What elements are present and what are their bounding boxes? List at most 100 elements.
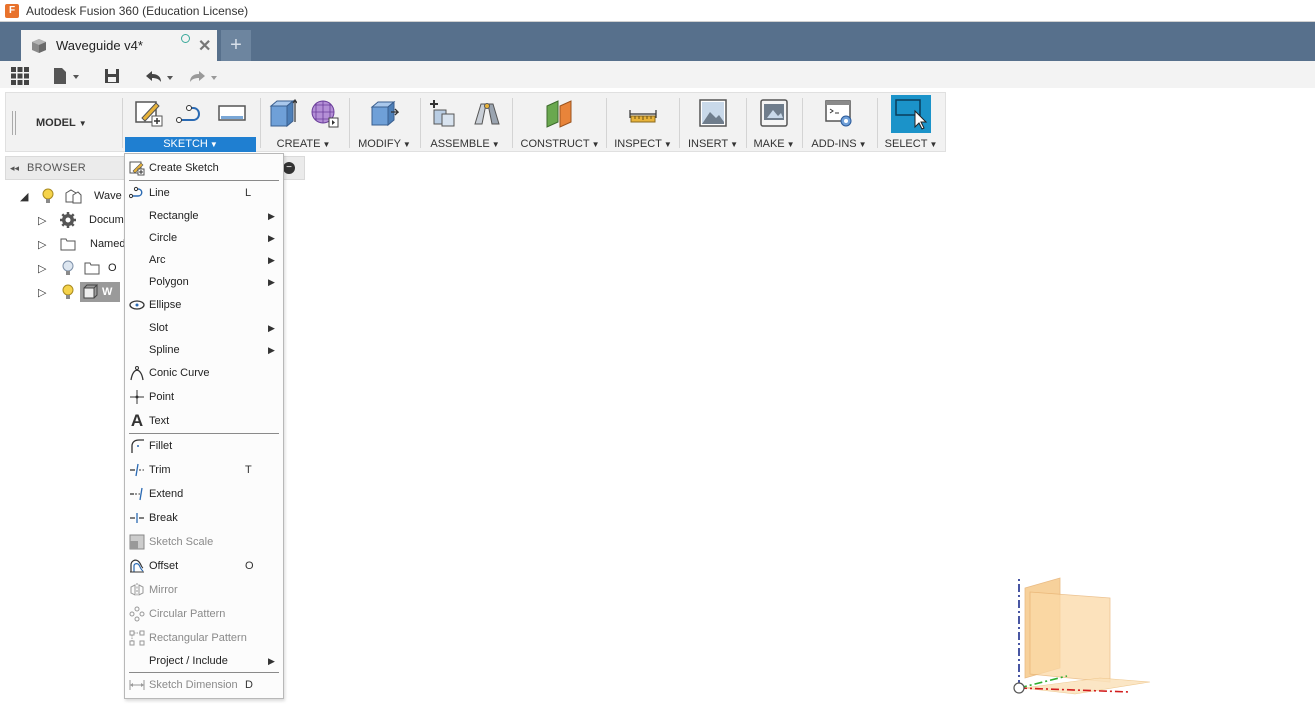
tree-row-bodies[interactable]: ▷ W	[38, 281, 120, 303]
menu-item-slot[interactable]: Slot ▶	[125, 317, 283, 339]
select-group[interactable]: SELECT ▼	[879, 93, 943, 153]
lightbulb-icon[interactable]	[60, 284, 76, 300]
insert-image-icon[interactable]	[698, 98, 728, 128]
menu-item-label: Rectangular Pattern	[149, 632, 247, 644]
lightbulb-icon[interactable]	[40, 188, 56, 204]
insert-label: INSERT	[687, 138, 729, 150]
create-group[interactable]: CREATE ▼	[261, 93, 346, 153]
toolbar-grip[interactable]	[12, 111, 16, 135]
addins-menu-button[interactable]: ADD-INS ▼	[804, 137, 874, 152]
menu-item-fillet[interactable]: Fillet	[125, 435, 283, 457]
inspect-group[interactable]: INSPECT ▼	[608, 93, 678, 153]
window-title: Autodesk Fusion 360 (Education License)	[26, 3, 249, 18]
assemble-menu-button[interactable]: ASSEMBLE ▼	[422, 137, 508, 152]
tree-item-label: O	[108, 262, 117, 274]
menu-item-break[interactable]: Break	[125, 507, 283, 529]
file-menu-icon[interactable]	[53, 66, 81, 86]
submenu-arrow-icon: ▶	[268, 344, 275, 355]
menu-item-label: Sketch Dimension	[149, 679, 238, 691]
collapsed-triangle-icon[interactable]: ▷	[38, 286, 50, 299]
press-pull-icon[interactable]	[369, 98, 399, 128]
toolbar-divider	[877, 98, 878, 148]
menu-item-label: Polygon	[149, 276, 189, 288]
chevron-down-icon: ▼	[591, 140, 600, 149]
folder-icon	[84, 262, 100, 275]
undo-icon[interactable]	[144, 67, 176, 87]
workspace-switcher[interactable]: MODEL ▼	[36, 117, 87, 129]
save-icon[interactable]	[104, 66, 120, 86]
construct-menu-button[interactable]: CONSTRUCT ▼	[514, 137, 606, 152]
create-menu-button[interactable]: CREATE ▼	[261, 137, 346, 152]
data-panel-grid-icon[interactable]	[11, 66, 29, 86]
menu-item-conic-curve[interactable]: Conic Curve	[125, 362, 283, 384]
extrude-icon[interactable]	[267, 98, 297, 128]
assemble-group[interactable]: ASSEMBLE ▼	[422, 93, 508, 153]
modify-group[interactable]: MODIFY ▼	[351, 93, 418, 153]
menu-item-offset[interactable]: Offset O	[125, 555, 283, 577]
collapsed-triangle-icon[interactable]: ▷	[38, 214, 50, 227]
minimize-browser-icon[interactable]: −	[283, 162, 295, 174]
insert-group[interactable]: INSERT ▼	[681, 93, 745, 153]
sketch-group[interactable]: SKETCH ▼	[125, 93, 256, 153]
insert-menu-button[interactable]: INSERT ▼	[681, 137, 745, 152]
expanded-triangle-icon[interactable]: ◢	[20, 190, 32, 203]
menu-separator	[129, 672, 279, 673]
menu-item-label: Line	[149, 187, 170, 199]
browser-title: BROWSER	[27, 162, 86, 174]
close-tab-icon[interactable]: ✕	[198, 36, 211, 56]
select-menu-button[interactable]: SELECT ▼	[879, 137, 943, 152]
menu-item-circle[interactable]: Circle ▶	[125, 227, 283, 249]
new-component-icon[interactable]	[428, 98, 458, 128]
menu-item-project-include[interactable]: Project / Include ▶	[125, 650, 283, 672]
tree-row-origin[interactable]: ▷ O	[38, 257, 117, 279]
measure-icon[interactable]	[628, 98, 658, 128]
lightbulb-off-icon[interactable]	[60, 260, 76, 276]
menu-item-text[interactable]: A Text	[125, 410, 283, 432]
inspect-label: INSPECT	[614, 138, 662, 150]
collapse-browser-icon[interactable]: ◂◂	[10, 163, 19, 174]
submenu-arrow-icon: ▶	[268, 276, 275, 287]
menu-item-label: Create Sketch	[149, 162, 219, 174]
sketch-menu-button[interactable]: SKETCH ▼	[125, 137, 256, 152]
menu-item-spline[interactable]: Spline ▶	[125, 339, 283, 361]
3d-print-icon[interactable]	[759, 98, 789, 128]
menu-item-polygon[interactable]: Polygon ▶	[125, 271, 283, 293]
addins-group[interactable]: ADD-INS ▼	[804, 93, 874, 153]
origin-planes-gizmo[interactable]	[1005, 570, 1160, 700]
scripts-addins-icon[interactable]	[824, 98, 854, 128]
inspect-menu-button[interactable]: INSPECT ▼	[608, 137, 678, 152]
joint-icon[interactable]	[472, 98, 502, 128]
document-tab-name: Waveguide v4*	[56, 38, 143, 53]
menu-item-extend[interactable]: Extend	[125, 483, 283, 505]
collapsed-triangle-icon[interactable]: ▷	[38, 238, 50, 251]
offset-plane-icon[interactable]	[544, 98, 574, 128]
construct-label: CONSTRUCT	[520, 138, 590, 150]
menu-item-arc[interactable]: Arc ▶	[125, 249, 283, 271]
quick-access-toolbar	[0, 61, 1315, 88]
make-group[interactable]: MAKE ▼	[748, 93, 800, 153]
construct-group[interactable]: CONSTRUCT ▼	[514, 93, 606, 153]
new-tab-button[interactable]: +	[221, 30, 251, 61]
create-sketch-icon[interactable]	[134, 98, 164, 128]
tree-row-named-views[interactable]: ▷ Named	[38, 233, 125, 255]
collapsed-triangle-icon[interactable]: ▷	[38, 262, 50, 275]
tree-row-document-settings[interactable]: ▷ Docum	[38, 209, 124, 231]
document-tab[interactable]: Waveguide v4* ✕	[21, 30, 217, 61]
shortcut-label: L	[245, 187, 252, 199]
menu-item-trim[interactable]: Trim T	[125, 459, 283, 481]
form-icon[interactable]	[309, 98, 339, 128]
menu-item-point[interactable]: Point	[125, 386, 283, 408]
browser-root-row[interactable]: ◢ Wave	[20, 185, 122, 207]
make-menu-button[interactable]: MAKE ▼	[748, 137, 800, 152]
select-window-icon[interactable]	[891, 95, 931, 133]
menu-item-ellipse[interactable]: Ellipse	[125, 294, 283, 316]
modify-menu-button[interactable]: MODIFY ▼	[351, 137, 418, 152]
redo-icon[interactable]	[188, 67, 220, 87]
rectangle-tool-icon[interactable]	[217, 98, 247, 128]
menu-item-line[interactable]: Line L	[125, 182, 283, 204]
chevron-down-icon: ▼	[929, 140, 938, 149]
submenu-arrow-icon: ▶	[268, 210, 275, 221]
menu-item-rectangle[interactable]: Rectangle ▶	[125, 205, 283, 227]
menu-item-create-sketch[interactable]: Create Sketch	[125, 157, 283, 179]
line-tool-icon[interactable]	[175, 98, 205, 128]
